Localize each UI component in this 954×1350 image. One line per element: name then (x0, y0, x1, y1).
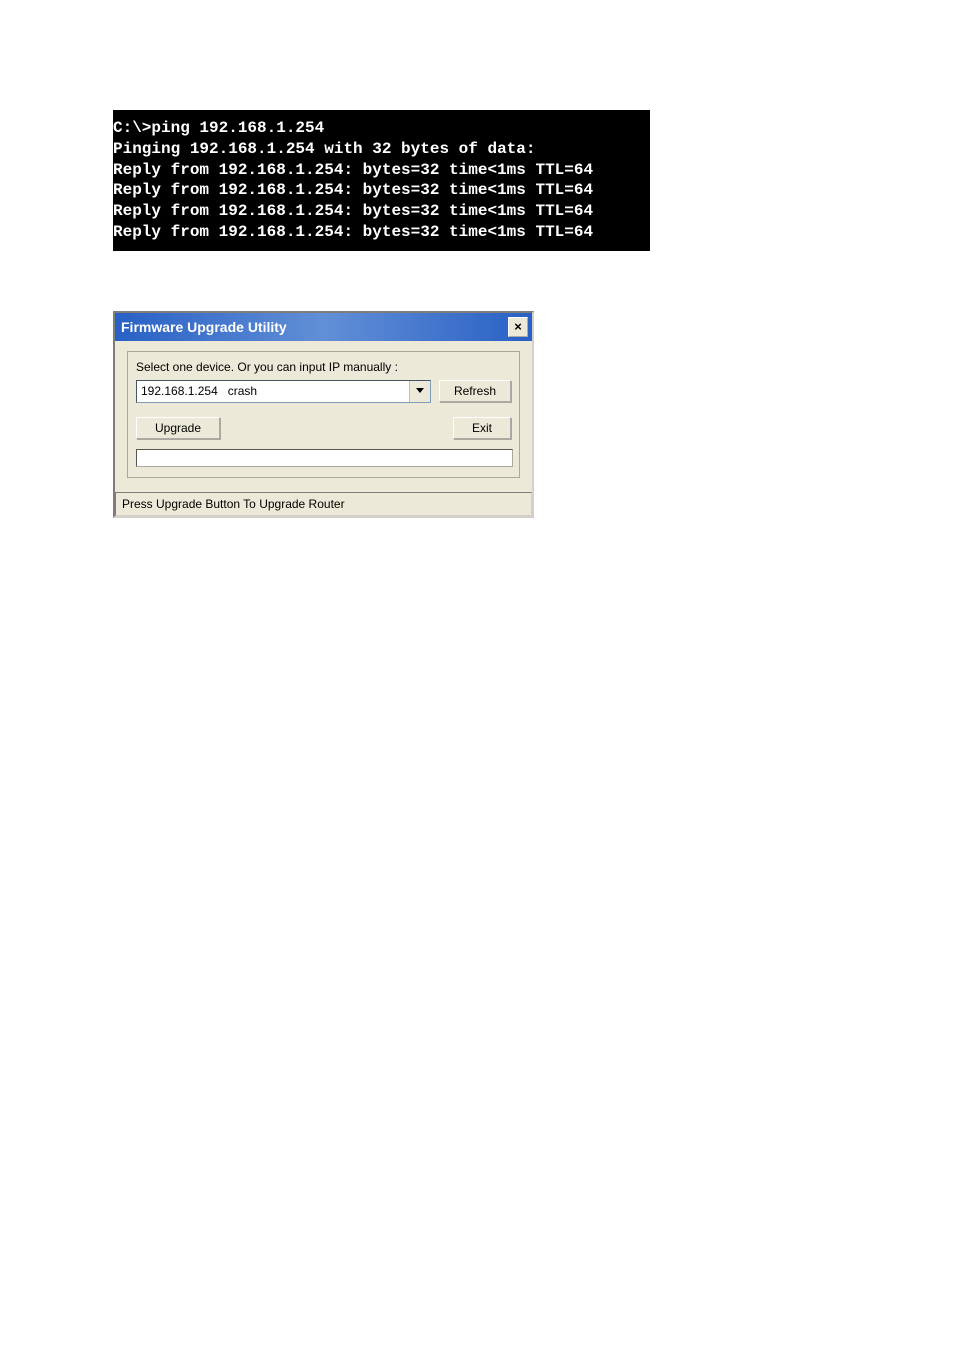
device-combobox[interactable] (136, 380, 431, 403)
status-bar: Press Upgrade Button To Upgrade Router (115, 492, 532, 516)
terminal-line: C:\>ping 192.168.1.254 (113, 118, 650, 139)
terminal-output: C:\>ping 192.168.1.254 Pinging 192.168.1… (113, 110, 650, 251)
terminal-line: Reply from 192.168.1.254: bytes=32 time<… (113, 160, 650, 181)
close-button[interactable]: × (508, 317, 528, 337)
dialog-title: Firmware Upgrade Utility (119, 319, 287, 335)
terminal-line: Reply from 192.168.1.254: bytes=32 time<… (113, 222, 650, 243)
chevron-down-icon (416, 388, 424, 394)
firmware-upgrade-dialog: Firmware Upgrade Utility × Select one de… (113, 311, 534, 518)
dialog-body: Select one device. Or you can input IP m… (115, 341, 532, 492)
upgrade-button[interactable]: Upgrade (136, 417, 220, 439)
terminal-line: Pinging 192.168.1.254 with 32 bytes of d… (113, 139, 650, 160)
terminal-line: Reply from 192.168.1.254: bytes=32 time<… (113, 180, 650, 201)
instruction-label: Select one device. Or you can input IP m… (136, 360, 511, 374)
progress-bar (136, 449, 513, 467)
device-input[interactable] (137, 381, 409, 402)
device-select-group: Select one device. Or you can input IP m… (127, 351, 520, 478)
close-icon: × (514, 319, 522, 334)
titlebar[interactable]: Firmware Upgrade Utility × (115, 313, 532, 341)
terminal-line: Reply from 192.168.1.254: bytes=32 time<… (113, 201, 650, 222)
exit-button[interactable]: Exit (453, 417, 511, 439)
refresh-button[interactable]: Refresh (439, 380, 511, 402)
dropdown-arrow[interactable] (409, 381, 430, 402)
